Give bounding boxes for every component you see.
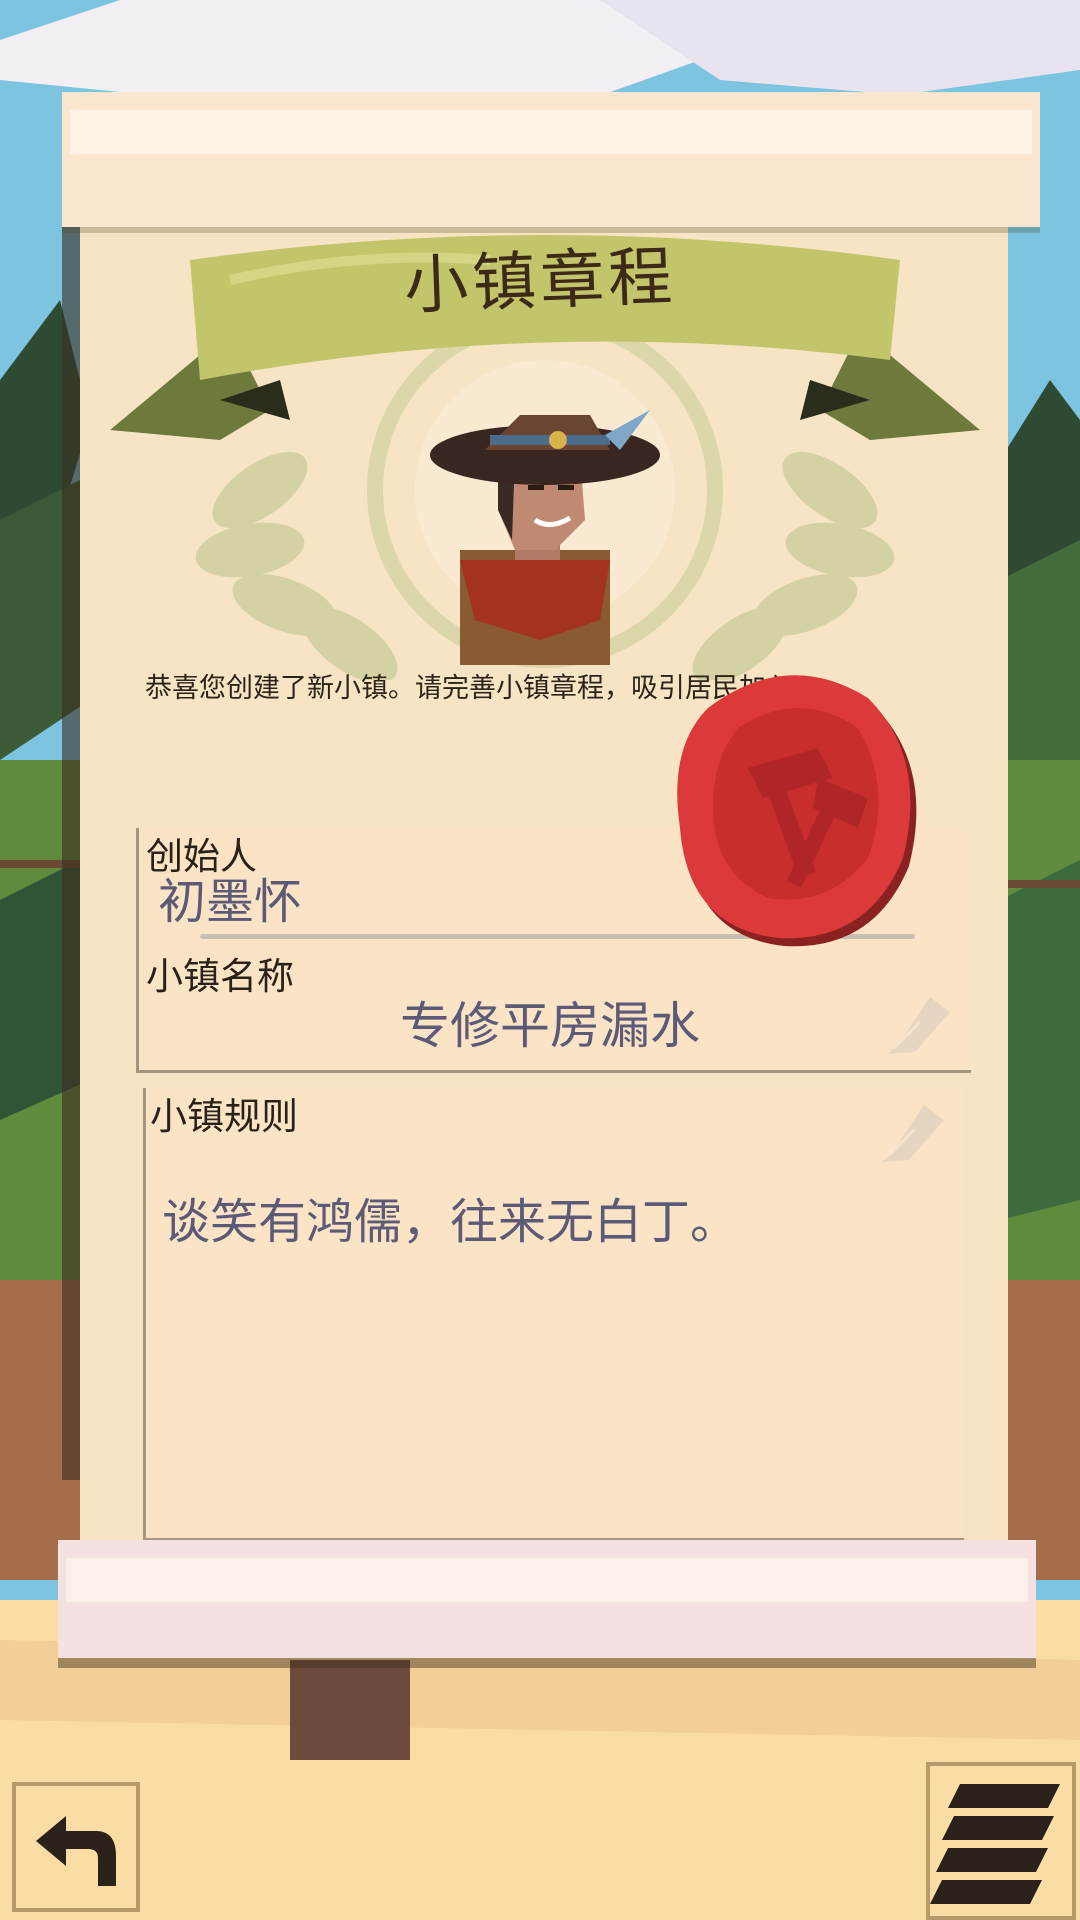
rules-label: 小镇规则 <box>150 1095 298 1138</box>
rules-text-field[interactable]: 谈笑有鸿儒，往来无白丁。 <box>162 1182 738 1252</box>
founder-portrait <box>430 410 660 665</box>
back-button[interactable] <box>12 1782 140 1912</box>
menu-button[interactable] <box>926 1762 1076 1920</box>
stacked-pages-icon <box>930 1784 1060 1904</box>
scroll-top-roll <box>62 92 1040 227</box>
founder-name: 初墨怀 <box>158 874 303 930</box>
undo-arrow-icon <box>36 1816 116 1886</box>
rules-panel <box>143 1088 964 1541</box>
town-name-label: 小镇名称 <box>146 955 294 998</box>
wax-seal-hammer-icon <box>677 675 917 947</box>
scroll-bottom-roll <box>58 1540 1036 1658</box>
pen-nib-icon[interactable] <box>880 982 960 1062</box>
pen-nib-icon[interactable] <box>874 1090 954 1170</box>
town-name-field[interactable]: 专修平房漏水 <box>400 986 700 1058</box>
